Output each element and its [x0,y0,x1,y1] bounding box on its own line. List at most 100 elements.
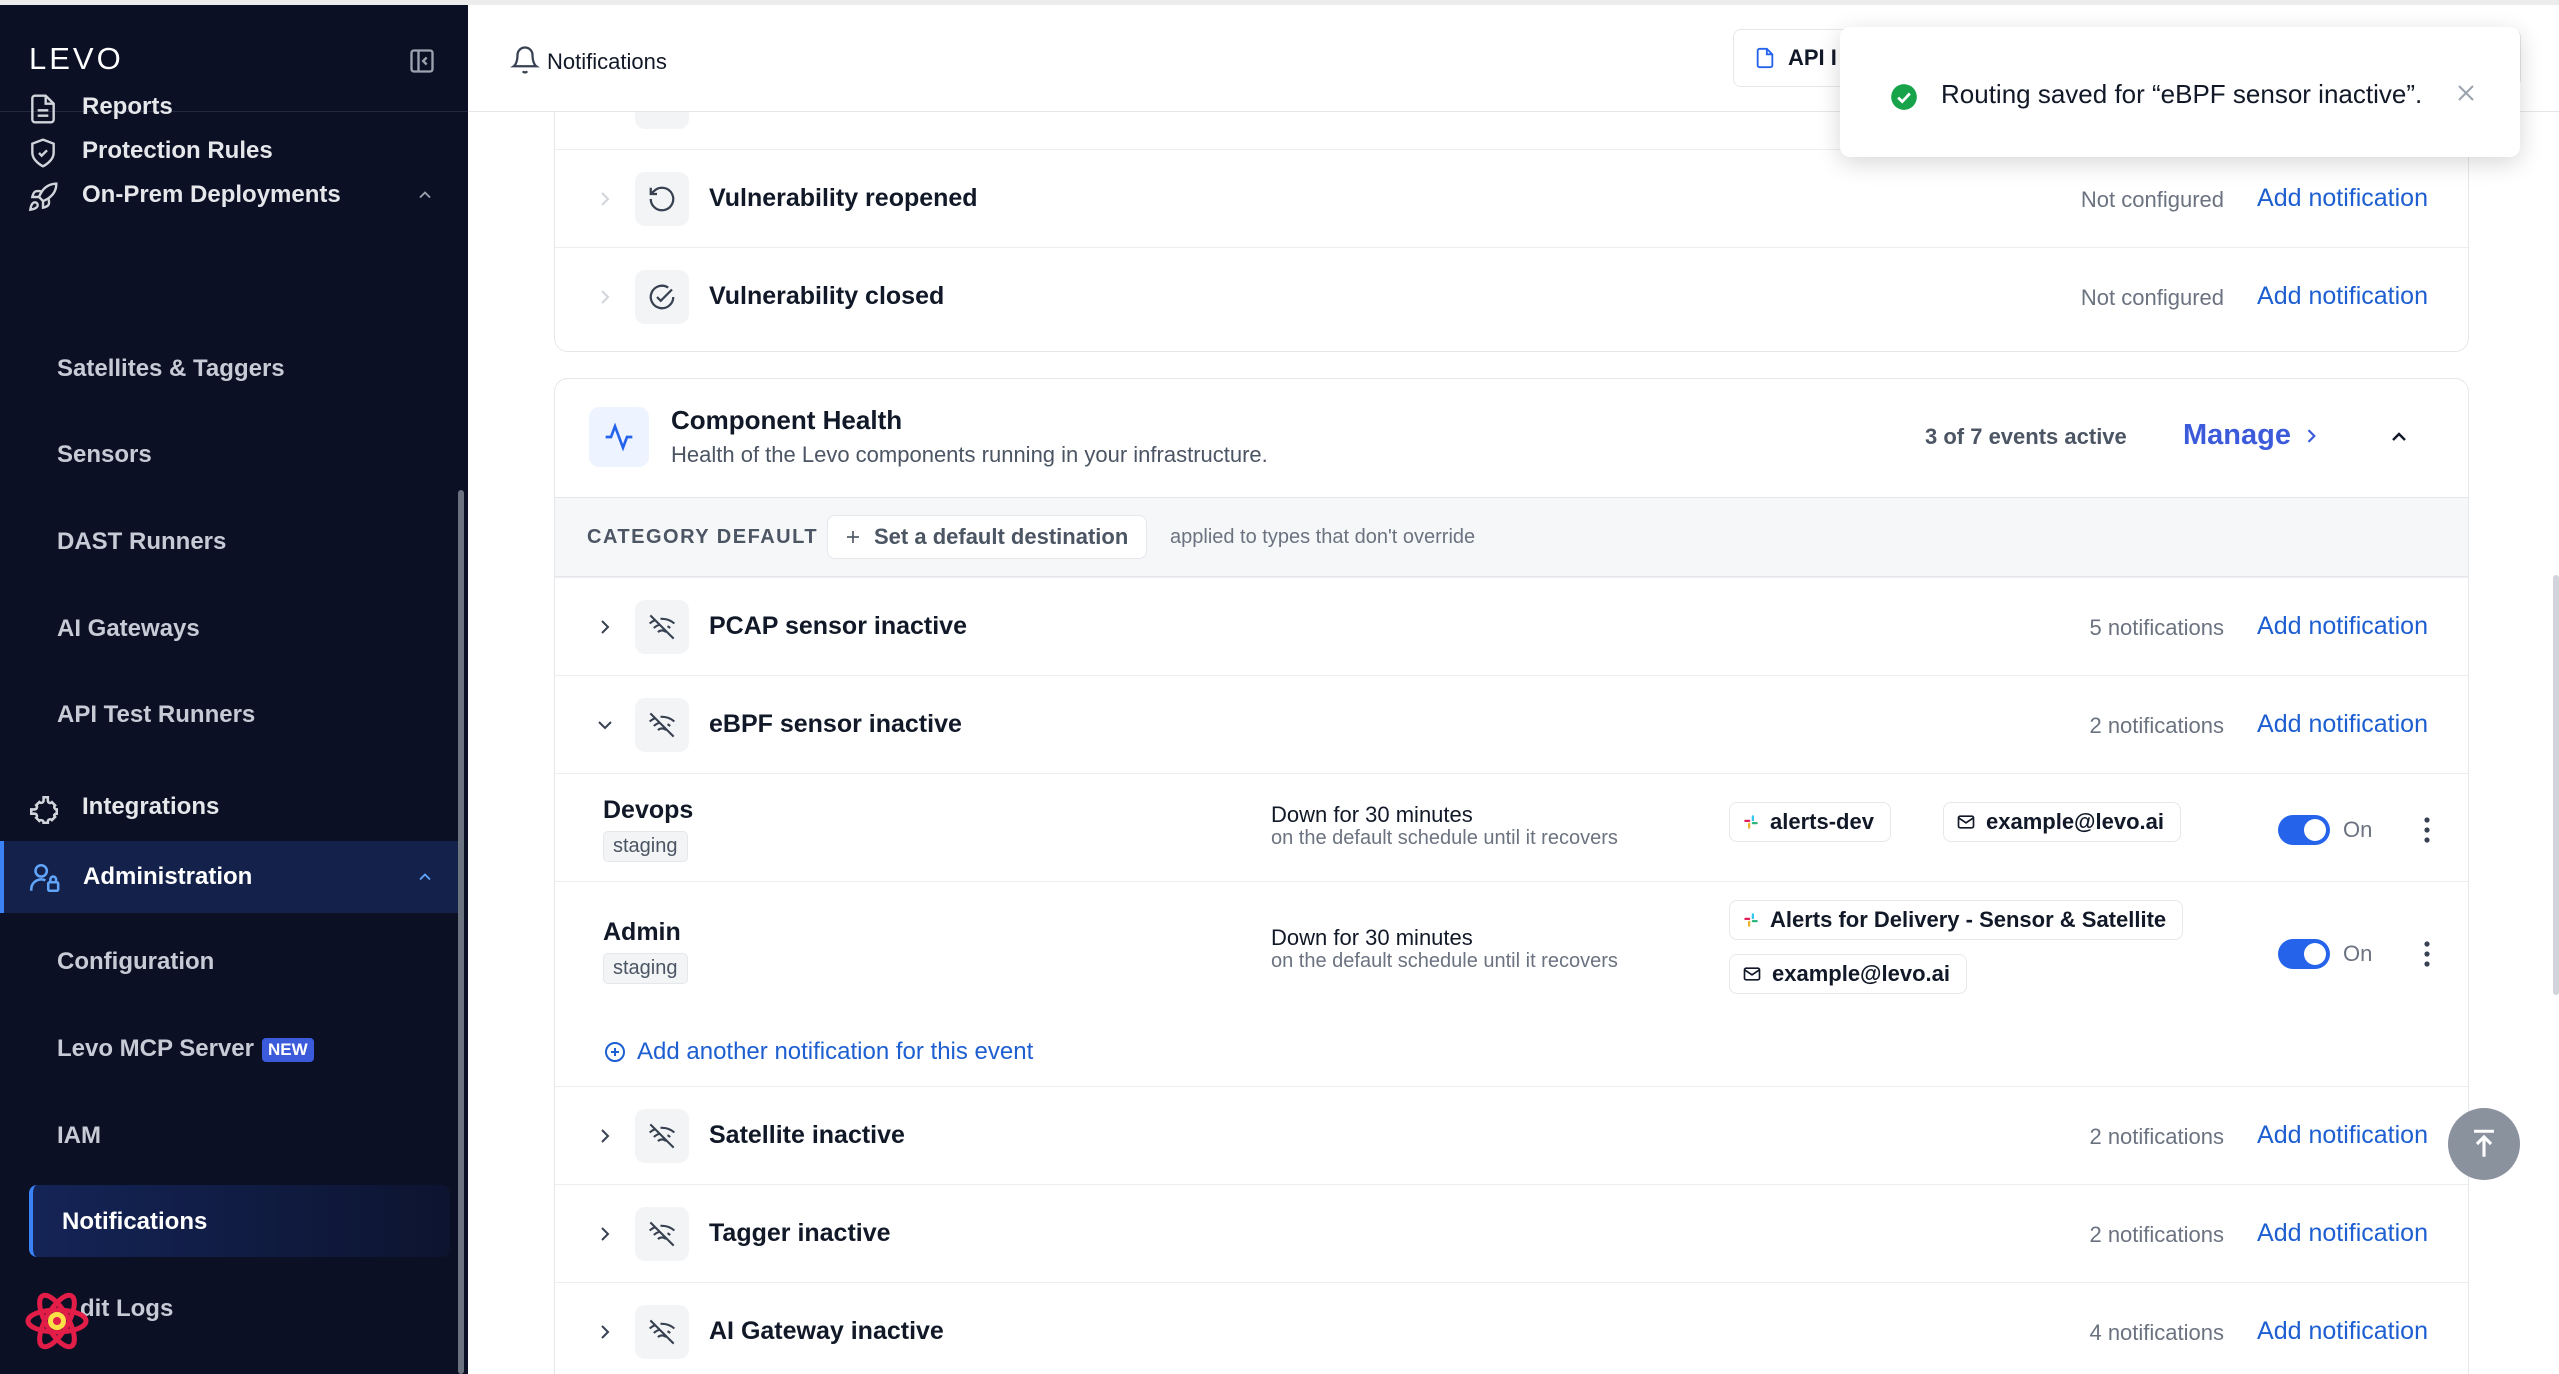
add-another-notification-link[interactable]: Add another notification for this event [603,1038,1033,1066]
card-header: Component Health Health of the Levo comp… [555,379,2468,497]
event-name: Vulnerability closed [709,282,945,310]
event-row-ai-gateway-inactive[interactable]: AI Gateway inactive 4 notifications Add … [555,1282,2468,1374]
chevron-up-icon [415,185,435,205]
wifi-off-icon [635,1305,689,1359]
destination-label: alerts-dev [1770,809,1874,834]
main-scrollbar[interactable] [2553,575,2559,995]
sidebar-subitem-audit-logs[interactable]: dit Logs [80,1295,173,1323]
sidebar-subitem-label: Levo MCP Server [57,1035,254,1062]
notification-count: 4 notifications [2089,1320,2224,1345]
chevron-right-icon[interactable] [593,1320,617,1344]
route-enabled-toggle[interactable] [2278,939,2330,969]
check-circle-icon [1890,83,1918,111]
chevron-right-icon [2301,426,2321,446]
notification-count: 5 notifications [2089,615,2224,640]
user-lock-icon [27,861,60,893]
sidebar-subitem-dast-runners[interactable]: DAST Runners [57,528,226,556]
chevron-right-icon[interactable] [593,1222,617,1246]
route-enabled-toggle[interactable] [2278,815,2330,845]
plus-circle-icon [603,1040,627,1064]
file-icon [1754,47,1776,69]
levo-logo: LEVO [29,41,124,76]
more-options-icon[interactable] [2422,816,2432,844]
event-row-satellite-inactive[interactable]: Satellite inactive 2 notifications Add n… [555,1086,2468,1184]
check-circle-icon [635,270,689,324]
wifi-off-icon [635,698,689,752]
destination-label: Alerts for Delivery - Sensor & Satellite [1770,907,2167,932]
add-notification-link[interactable]: Add notification [2257,1317,2428,1346]
event-row-vulnerability-closed[interactable]: Vulnerability closed Not configured Add … [555,247,2468,345]
event-row-vulnerability-reopened[interactable]: Vulnerability reopened Not configured Ad… [555,149,2468,247]
sidebar-subitem-notifications[interactable]: Notifications [29,1185,450,1257]
scroll-to-top-button[interactable] [2448,1108,2520,1180]
activity-icon [589,407,649,467]
sidebar-subitem-sensors[interactable]: Sensors [57,441,152,469]
event-status: Not configured [2080,187,2224,212]
sidebar-item-integrations[interactable]: Integrations [0,777,462,837]
react-devtools-icon[interactable] [24,1288,90,1354]
wifi-off-icon [635,1109,689,1163]
collapse-card-icon[interactable] [2387,425,2411,449]
event-row-pcap-sensor-inactive[interactable]: PCAP sensor inactive 5 notifications Add… [555,577,2468,675]
route-row-devops: Devops staging Down for 30 minutes on th… [555,773,2468,881]
event-row-ebpf-sensor-inactive[interactable]: eBPF sensor inactive 2 notifications Add… [555,675,2468,773]
add-notification-link[interactable]: Add notification [2257,184,2428,213]
close-icon[interactable] [2454,81,2478,105]
toast-message: Routing saved for “eBPF sensor inactive”… [1941,79,2423,109]
sidebar-item-label: Integrations [82,793,220,820]
destination-label: example@levo.ai [1772,961,1950,986]
event-icon [635,112,689,129]
add-notification-link[interactable]: Add notification [2257,1121,2428,1150]
sidebar-scrollbar[interactable] [458,490,464,1374]
email-destination[interactable]: example@levo.ai [1943,802,2181,842]
email-destination[interactable]: example@levo.ai [1729,954,1967,994]
event-row-tagger-inactive[interactable]: Tagger inactive 2 notifications Add noti… [555,1184,2468,1282]
sidebar-item-on-prem-deployments[interactable]: On-Prem Deployments [0,165,462,225]
sidebar-subitem-api-test-runners[interactable]: API Test Runners [57,701,255,729]
card-title: Component Health [671,405,903,435]
chevron-right-icon[interactable] [593,285,617,309]
add-notification-link[interactable]: Add notification [2257,612,2428,641]
sidebar-subitem-ai-gateways[interactable]: AI Gateways [57,615,200,643]
event-name: AI Gateway inactive [709,1317,944,1345]
route-condition: Down for 30 minutes [1271,925,1473,950]
add-notification-link[interactable]: Add notification [2257,710,2428,739]
slack-destination[interactable]: alerts-dev [1729,802,1891,842]
route-condition: Down for 30 minutes [1271,802,1473,827]
event-status: Not configured [2080,285,2224,310]
manage-label: Manage [2183,419,2291,451]
sidebar-subitem-configuration[interactable]: Configuration [57,948,214,976]
chevron-right-icon[interactable] [593,187,617,211]
chevron-down-icon[interactable] [593,713,617,737]
event-name: Satellite inactive [709,1121,905,1149]
collapse-sidebar-icon[interactable] [408,47,436,75]
event-name: PCAP sensor inactive [709,612,967,640]
route-schedule: on the default schedule until it recover… [1271,827,1618,849]
sidebar-subitem-satellites-taggers[interactable]: Satellites & Taggers [57,355,285,383]
slack-destination[interactable]: Alerts for Delivery - Sensor & Satellite [1729,900,2184,940]
sidebar-item-administration[interactable]: Administration [0,841,462,913]
event-name: eBPF sensor inactive [709,710,962,738]
more-options-icon[interactable] [2422,940,2432,968]
chevron-up-icon [415,867,435,887]
toggle-state: On [2343,941,2373,966]
route-row-admin: Admin staging Down for 30 minutes on the… [555,881,2468,1086]
sidebar-item-label: On-Prem Deployments [82,181,341,208]
component-health-card: Component Health Health of the Levo comp… [554,378,2469,1374]
notification-count: 2 notifications [2089,1124,2224,1149]
notification-count: 2 notifications [2089,1222,2224,1247]
sidebar-subitem-iam[interactable]: IAM [57,1122,101,1150]
add-notification-link[interactable]: Add notification [2257,1219,2428,1248]
sidebar-subitem-levo-mcp-server[interactable]: Levo MCP Server NEW [57,1035,314,1063]
main-content: Vulnerability reopened Not configured Ad… [468,112,2559,1374]
page-title: Notifications [547,49,667,74]
slack-icon [1742,813,1760,831]
manage-link[interactable]: Manage [2183,419,2321,452]
chevron-right-icon[interactable] [593,615,617,639]
mail-icon [1956,812,1976,832]
add-notification-link[interactable]: Add notification [2257,282,2428,311]
sidebar-item-label: Administration [83,863,253,890]
arrow-up-to-line-icon [2467,1127,2501,1161]
chevron-right-icon[interactable] [593,1124,617,1148]
set-default-destination-button[interactable]: Set a default destination [827,515,1148,559]
